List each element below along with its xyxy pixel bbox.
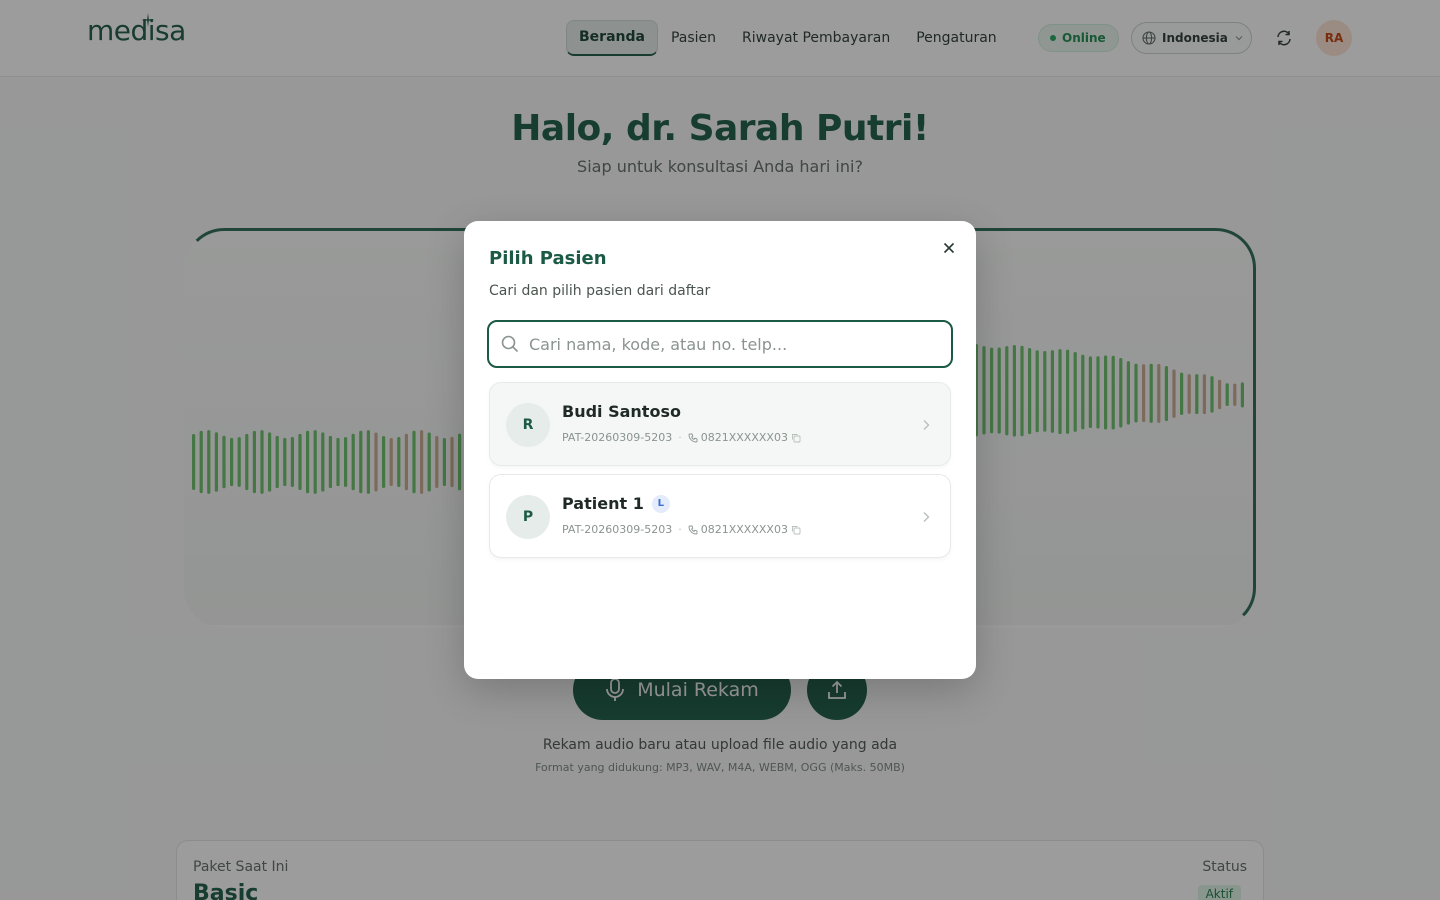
patient-phone: 0821XXXXXX03 — [688, 523, 801, 536]
copy-icon[interactable] — [791, 433, 801, 443]
patient-phone-number: 0821XXXXXX03 — [700, 431, 788, 444]
patient-avatar: R — [506, 403, 550, 447]
meta-separator: · — [678, 523, 682, 536]
patient-phone: 0821XXXXXX03 — [688, 431, 801, 444]
chevron-right-icon — [923, 512, 930, 522]
close-modal-button[interactable] — [941, 240, 957, 256]
phone-icon — [688, 525, 698, 534]
patient-name-row: Budi Santoso — [562, 402, 681, 421]
patient-name: Budi Santoso — [562, 402, 681, 421]
search-icon — [501, 335, 519, 353]
patient-avatar: P — [506, 495, 550, 539]
select-patient-modal: Pilih Pasien Cari dan pilih pasien dari … — [464, 221, 976, 679]
patient-phone-number: 0821XXXXXX03 — [700, 523, 788, 536]
patient-meta: PAT-20260309-5203 · 0821XXXXXX03 — [562, 431, 801, 444]
patient-search-box — [487, 320, 953, 368]
patient-list: R Budi Santoso PAT-20260309-5203 · 0821X… — [489, 382, 951, 566]
patient-list-item[interactable]: R Budi Santoso PAT-20260309-5203 · 0821X… — [489, 382, 951, 466]
patient-search-input[interactable] — [529, 329, 929, 359]
phone-icon — [688, 433, 698, 442]
modal-description: Cari dan pilih pasien dari daftar — [489, 283, 711, 299]
patient-name: Patient 1 — [562, 494, 644, 513]
patient-list-item[interactable]: P Patient 1 L PAT-20260309-5203 · 0821XX… — [489, 474, 951, 558]
patient-name-row: Patient 1 L — [562, 494, 670, 513]
patient-code: PAT-20260309-5203 — [562, 431, 673, 444]
modal-title: Pilih Pasien — [489, 248, 607, 269]
close-icon — [943, 242, 955, 254]
patient-code: PAT-20260309-5203 — [562, 523, 673, 536]
patient-badge: L — [651, 494, 670, 513]
chevron-right-icon — [923, 420, 930, 430]
patient-meta: PAT-20260309-5203 · 0821XXXXXX03 — [562, 523, 801, 536]
meta-separator: · — [678, 431, 682, 444]
copy-icon[interactable] — [791, 525, 801, 535]
